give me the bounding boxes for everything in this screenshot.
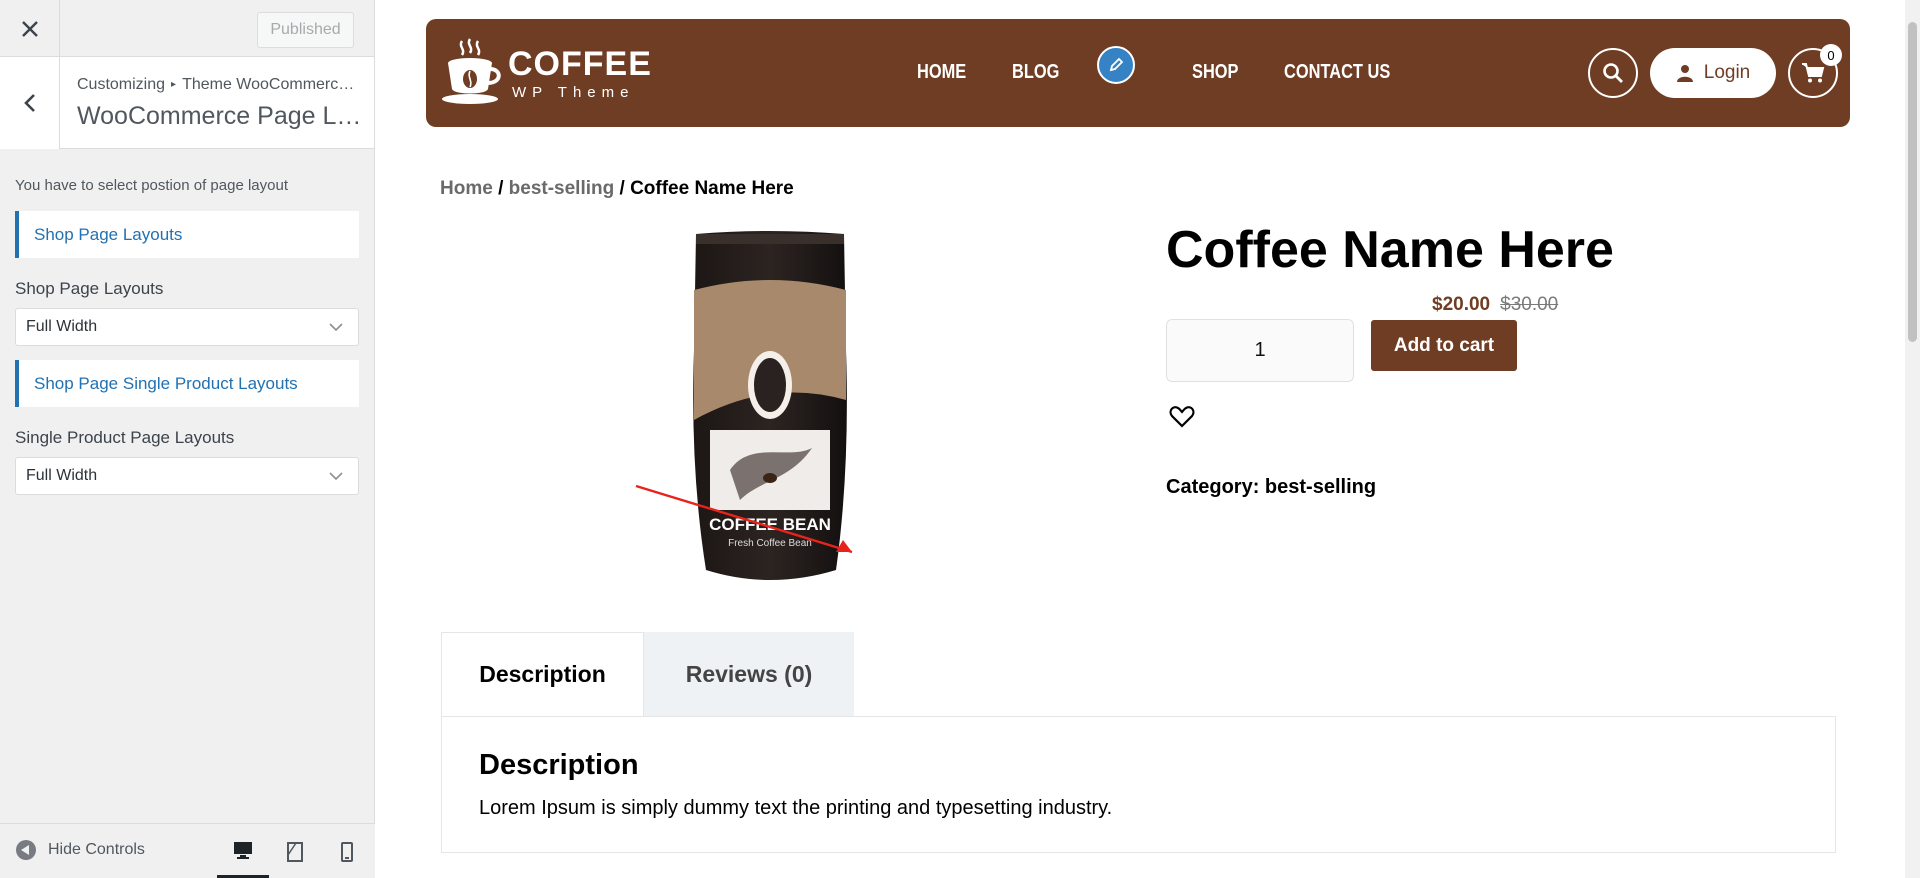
panel-body: You have to select postion of page layou…: [0, 149, 374, 495]
panel-header: Customizing ▸ Theme WooCommerce Settings W…: [0, 57, 374, 149]
breadcrumb-separator: ▸: [171, 79, 177, 90]
back-button[interactable]: [0, 57, 60, 149]
collapse-icon: [16, 840, 36, 860]
bag-sublabel: Fresh Coffee Bean: [728, 538, 812, 549]
close-customizer-button[interactable]: [0, 0, 60, 57]
coffee-cup-logo-icon: [442, 38, 501, 104]
tablet-icon: [287, 841, 303, 862]
nav-home[interactable]: HOME: [917, 61, 966, 84]
search-icon: [1603, 63, 1623, 83]
hide-controls-label: Hide Controls: [48, 841, 145, 858]
breadcrumb-category[interactable]: best-selling: [509, 178, 615, 199]
quantity-input[interactable]: 1: [1166, 319, 1354, 382]
product-price: $20.00 $30.00: [1432, 294, 1558, 316]
cart-button[interactable]: 0: [1788, 44, 1842, 98]
category-label: Category:: [1166, 476, 1260, 498]
chevron-left-icon: [23, 94, 35, 112]
price-current: $20.00: [1432, 294, 1491, 315]
close-icon: [21, 20, 38, 37]
shop-layout-select[interactable]: Full Width: [15, 308, 359, 346]
desktop-icon: [234, 841, 252, 859]
chevron-down-icon: [329, 472, 343, 481]
breadcrumb-current: Coffee Name Here: [630, 178, 794, 199]
breadcrumb-sep: /: [614, 178, 631, 199]
single-layout-value: Full Width: [26, 467, 98, 484]
heart-icon[interactable]: [1169, 404, 1195, 430]
tab-panel-title: Description: [479, 749, 639, 781]
tab-panel-text: Lorem Ipsum is simply dummy text the pri…: [479, 797, 1113, 819]
panel-description: You have to select postion of page layou…: [15, 177, 288, 194]
mobile-icon: [341, 841, 353, 862]
nav-shop[interactable]: SHOP: [1192, 61, 1238, 84]
customizer-sidebar: Published Customizing ▸ Theme WooCommerce …: [0, 0, 375, 878]
logo-subtitle: WP Theme: [512, 83, 635, 101]
search-button[interactable]: [1588, 48, 1638, 98]
customizer-footer: Hide Controls: [0, 823, 375, 878]
site-logo[interactable]: COFFEE WP Theme: [440, 37, 652, 109]
nav-contact-us[interactable]: CONTACT US: [1284, 61, 1390, 84]
bag-label: COFFEE BEAN: [709, 515, 831, 534]
panel-title: WooCommerce Page Layout: [77, 102, 362, 130]
product-category: Category: best-selling: [1166, 476, 1376, 499]
site-preview: COFFEE WP Theme HOME BLOG SHOP CONTACT U…: [375, 0, 1920, 878]
logo-title: COFFEE: [508, 44, 652, 83]
breadcrumb-sep: /: [492, 178, 509, 199]
add-to-cart-button[interactable]: Add to cart: [1371, 320, 1517, 371]
single-layout-select[interactable]: Full Width: [15, 457, 359, 495]
product-image[interactable]: COFFEE BEAN Fresh Coffee Bean: [690, 230, 850, 585]
cart-count-badge: 0: [1820, 44, 1842, 66]
nav-blog[interactable]: BLOG: [1012, 61, 1059, 84]
site-header: COFFEE WP Theme HOME BLOG SHOP CONTACT U…: [426, 19, 1850, 127]
breadcrumb-root: Customizing: [77, 76, 166, 93]
single-layout-label: Single Product Page Layouts: [15, 428, 235, 447]
pencil-icon: [1109, 57, 1124, 72]
breadcrumb-home[interactable]: Home: [440, 178, 493, 199]
edit-shortcut-button[interactable]: [1097, 46, 1135, 84]
section-single-product-layouts[interactable]: Shop Page Single Product Layouts: [15, 360, 359, 407]
product-tabs: Description Reviews (0): [441, 632, 1836, 716]
shop-layout-value: Full Width: [26, 318, 98, 335]
login-button[interactable]: Login: [1650, 48, 1776, 98]
product-title: Coffee Name Here: [1166, 221, 1614, 279]
breadcrumb-section: Theme WooCommerce Settings: [182, 76, 362, 93]
device-tablet-button[interactable]: [269, 824, 321, 878]
cart-icon: [1802, 63, 1825, 83]
category-link[interactable]: best-selling: [1265, 476, 1376, 498]
scrollbar-thumb[interactable]: [1908, 22, 1917, 342]
breadcrumb: Home / best-selling / Coffee Name Here: [440, 178, 794, 200]
device-desktop-button[interactable]: [217, 824, 269, 878]
section-shop-page-layouts[interactable]: Shop Page Layouts: [15, 211, 359, 258]
device-mobile-button[interactable]: [321, 824, 373, 878]
hide-controls-button[interactable]: Hide Controls: [16, 840, 145, 860]
published-button[interactable]: Published: [257, 12, 354, 48]
preview-scrollbar[interactable]: [1905, 0, 1920, 878]
tab-description[interactable]: Description: [441, 632, 644, 716]
login-label: Login: [1703, 62, 1751, 83]
customizer-top-bar: Published: [0, 0, 374, 57]
chevron-down-icon: [329, 323, 343, 332]
tab-panel-description: Description Lorem Ipsum is simply dummy …: [441, 716, 1836, 853]
shop-layout-label: Shop Page Layouts: [15, 279, 164, 298]
price-original: $30.00: [1500, 294, 1559, 315]
tab-reviews[interactable]: Reviews (0): [644, 632, 854, 716]
user-icon: [1676, 65, 1693, 82]
panel-breadcrumb: Customizing ▸ Theme WooCommerce Settings: [77, 76, 362, 94]
